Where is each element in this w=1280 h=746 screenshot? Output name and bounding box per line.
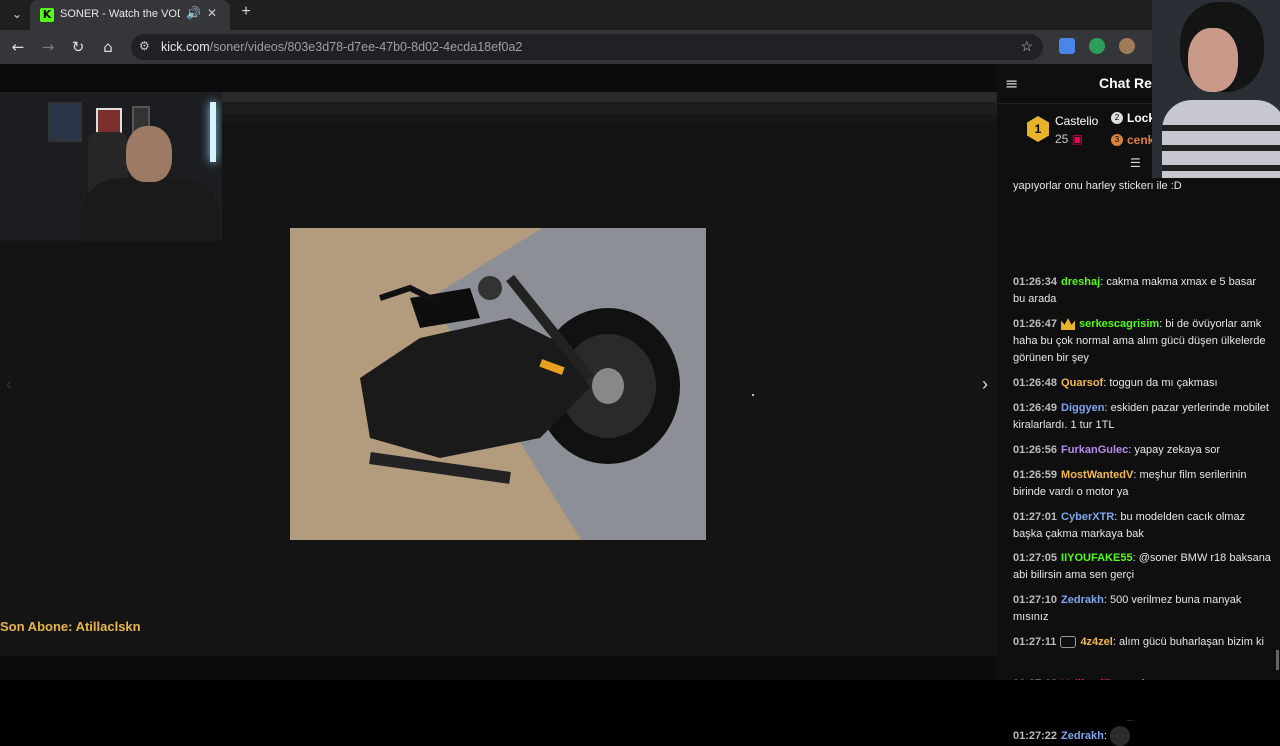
chat-message: 01:26:56 FurkanGulec: yapay zekaya sor — [1013, 442, 1271, 459]
site-info-icon[interactable]: ⚙ — [139, 39, 150, 53]
message-username[interactable]: Diggyen — [1061, 402, 1104, 414]
chat-message: 01:27:22 Zedrakh: — [1013, 726, 1271, 746]
shirt-stripe — [1162, 165, 1280, 171]
message-username[interactable]: serkescagrisim — [1079, 318, 1159, 330]
rank-3-badge-icon: 3 — [1111, 134, 1123, 146]
tab-search-chevron-icon[interactable]: ⌄ — [6, 3, 28, 25]
message-timestamp: 01:26:49 — [1013, 402, 1058, 414]
rank-2-badge-icon: 2 — [1111, 112, 1123, 124]
chevron-left-icon[interactable]: ‹ — [6, 374, 12, 395]
wall-frame — [48, 102, 82, 142]
shared-screen-toolbar — [222, 102, 997, 114]
chat-message: 01:26:47 serkescagrisim: bi de övüyorlar … — [1013, 316, 1271, 367]
browser-tab-active[interactable]: K SONER - Watch the VOD on 🔊 ✕ — [30, 0, 230, 30]
message-username[interactable]: dreshaj — [1061, 276, 1100, 288]
shared-screen-tabs — [222, 92, 997, 102]
message-timestamp: 01:27:01 — [1013, 511, 1058, 523]
sticker-emote-icon — [1109, 726, 1130, 746]
reload-icon[interactable]: ↻ — [67, 36, 89, 58]
led-light — [210, 102, 216, 162]
chat-message: 01:27:10 Zedrakh: 500 verilmez buna manya… — [1013, 592, 1271, 626]
facecam-overlay — [1152, 0, 1280, 178]
plus-icon[interactable]: + — [236, 3, 256, 21]
message-timestamp: 01:27:10 — [1013, 594, 1058, 606]
message-timestamp: 01:26:34 — [1013, 276, 1058, 288]
filter-icon[interactable]: ☰ — [1130, 156, 1141, 170]
streamer-webcam — [0, 92, 222, 241]
message-username[interactable]: MostWantedV — [1061, 469, 1133, 481]
message-text: toggun da mı çakması — [1109, 377, 1218, 389]
motorcycle-photo — [290, 228, 706, 540]
streamer-body — [80, 178, 220, 241]
address-bar[interactable]: ⚙ kick.com/soner/videos/803e3d78-d7ee-47… — [131, 34, 1043, 60]
home-icon[interactable]: ⌂ — [97, 36, 119, 58]
collapse-chat-icon[interactable]: ≡ — [1005, 74, 1018, 93]
chat-message: 01:26:59 MostWantedV: meşhur film seriler… — [1013, 467, 1271, 501]
speaker-icon[interactable]: 🔊 — [186, 6, 201, 20]
message-text: yapay zekaya sor — [1134, 444, 1221, 456]
tab-title: SONER - Watch the VOD on — [60, 8, 180, 20]
back-icon[interactable]: ← — [7, 36, 29, 58]
message-text: alım gücü buharlaşan bizim ki — [1118, 636, 1264, 648]
url-text: kick.com/soner/videos/803e3d78-d7ee-47b0… — [161, 40, 523, 54]
chat-message: 01:26:49 Diggyen: eskiden pazar yerlerind… — [1013, 400, 1271, 434]
message-timestamp: 01:26:47 — [1013, 318, 1058, 330]
shirt-stripe — [1162, 145, 1280, 151]
bookmark-star-icon[interactable]: ☆ — [1020, 38, 1033, 55]
gift-icon: ▣ — [1071, 132, 1084, 146]
message-username[interactable]: IIYOUFAKE55 — [1061, 552, 1133, 564]
chat-message: 01:26:48 Quarsof: toggun da mı çakması — [1013, 375, 1271, 392]
second-name[interactable]: Lock — [1127, 111, 1155, 125]
message-username[interactable]: FurkanGulec — [1061, 444, 1128, 456]
message-timestamp: 01:26:59 — [1013, 469, 1058, 481]
bottom-area — [0, 680, 1280, 720]
latest-subscriber-notice: Son Abone: Atillaclskn — [0, 619, 141, 634]
extension-owl-icon[interactable] — [1119, 38, 1135, 54]
forward-icon[interactable]: → — [37, 36, 59, 58]
cursor-dot — [752, 394, 754, 396]
extension-badge-icon[interactable] — [1089, 38, 1105, 54]
message-timestamp: 01:26:48 — [1013, 377, 1058, 389]
chat-message: 01:26:34 dreshaj: cakma makma xmax e 5 ba… — [1013, 274, 1271, 308]
chat-message: 01:27:11 4z4zel: alım gücü buharlaşan biz… — [1013, 634, 1271, 651]
close-icon[interactable]: ✕ — [207, 6, 217, 20]
crown-badge-icon — [1061, 318, 1076, 331]
kick-favicon-icon: K — [40, 8, 54, 22]
message-username[interactable]: Zedrakh — [1061, 594, 1104, 606]
shirt-stripe — [1162, 125, 1280, 131]
chevron-right-icon[interactable]: › — [982, 374, 988, 395]
message-timestamp: 01:26:56 — [1013, 444, 1058, 456]
facecam-face — [1188, 28, 1238, 92]
chat-message: 01:27:01 CyberXTR: bu modelden cacık olma… — [1013, 509, 1271, 543]
rank-badge-icon: 1 — [1027, 116, 1049, 142]
message-username[interactable]: CyberXTR — [1061, 511, 1114, 523]
kick-page: ‹ › Son Abone: Atillaclskn — [0, 64, 997, 720]
translate-extension-icon[interactable] — [1059, 38, 1075, 54]
third-name[interactable]: cenk — [1127, 133, 1154, 147]
tab-strip: ⌄ K SONER - Watch the VOD on 🔊 ✕ + — [0, 0, 1280, 30]
vod-player[interactable]: ‹ › Son Abone: Atillaclskn — [0, 92, 997, 656]
user-badge-icon — [1060, 636, 1077, 649]
chat-message: 01:27:05 IIYOUFAKE55: @soner BMW r18 baks… — [1013, 550, 1271, 584]
shared-screen-bookmarks — [222, 114, 997, 122]
leader-gift-count: 25 ▣ — [1055, 132, 1084, 146]
message-username[interactable]: Quarsof — [1061, 377, 1103, 389]
motorcycle-illustration — [360, 274, 680, 484]
browser-toolbar: ← → ↻ ⌂ ⚙ kick.com/soner/videos/803e3d78… — [0, 30, 1280, 64]
leader-name[interactable]: Castelio — [1055, 114, 1098, 128]
message-timestamp: 01:27:05 — [1013, 552, 1058, 564]
message-username[interactable]: Zedrakh — [1061, 730, 1104, 742]
partial-chat-message: yapıyorlar onu harley stickerı ile :D — [1013, 180, 1182, 192]
message-timestamp: 01:27:11 — [1013, 636, 1057, 648]
message-timestamp: 01:27:22 — [1013, 729, 1058, 742]
chat-scrollbar[interactable] — [1276, 650, 1279, 670]
streamer-head — [126, 126, 172, 182]
message-username[interactable]: 4z4zel — [1080, 636, 1112, 648]
